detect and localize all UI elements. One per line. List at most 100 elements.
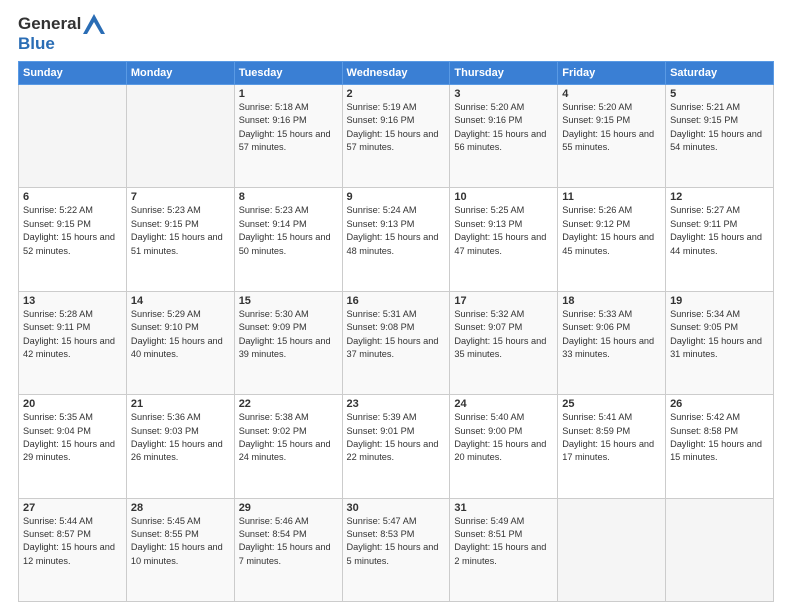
logo: General Blue bbox=[18, 14, 103, 53]
daylight-text: Daylight: 15 hours and 47 minutes. bbox=[454, 231, 553, 258]
day-info: Sunrise: 5:38 AMSunset: 9:02 PMDaylight:… bbox=[239, 411, 338, 464]
calendar-cell: 11Sunrise: 5:26 AMSunset: 9:12 PMDayligh… bbox=[558, 188, 666, 291]
calendar-cell: 7Sunrise: 5:23 AMSunset: 9:15 PMDaylight… bbox=[126, 188, 234, 291]
logo-general: General bbox=[18, 14, 103, 34]
sunset-text: Sunset: 9:16 PM bbox=[454, 114, 553, 127]
calendar-cell: 6Sunrise: 5:22 AMSunset: 9:15 PMDaylight… bbox=[19, 188, 127, 291]
daylight-text: Daylight: 15 hours and 55 minutes. bbox=[562, 128, 661, 155]
weekday-header-friday: Friday bbox=[558, 62, 666, 85]
sunrise-text: Sunrise: 5:26 AM bbox=[562, 204, 661, 217]
day-number: 28 bbox=[131, 502, 230, 514]
sunset-text: Sunset: 9:13 PM bbox=[347, 218, 446, 231]
sunset-text: Sunset: 9:08 PM bbox=[347, 321, 446, 334]
day-info: Sunrise: 5:39 AMSunset: 9:01 PMDaylight:… bbox=[347, 411, 446, 464]
day-number: 7 bbox=[131, 191, 230, 203]
sunrise-text: Sunrise: 5:45 AM bbox=[131, 515, 230, 528]
day-number: 1 bbox=[239, 88, 338, 100]
logo-text: General Blue bbox=[18, 14, 103, 53]
day-number: 2 bbox=[347, 88, 446, 100]
sunrise-text: Sunrise: 5:36 AM bbox=[131, 411, 230, 424]
day-info: Sunrise: 5:23 AMSunset: 9:14 PMDaylight:… bbox=[239, 204, 338, 257]
day-number: 3 bbox=[454, 88, 553, 100]
sunrise-text: Sunrise: 5:24 AM bbox=[347, 204, 446, 217]
day-number: 16 bbox=[347, 295, 446, 307]
calendar-cell: 16Sunrise: 5:31 AMSunset: 9:08 PMDayligh… bbox=[342, 291, 450, 394]
sunset-text: Sunset: 9:04 PM bbox=[23, 425, 122, 438]
day-number: 6 bbox=[23, 191, 122, 203]
weekday-header-wednesday: Wednesday bbox=[342, 62, 450, 85]
calendar-cell: 25Sunrise: 5:41 AMSunset: 8:59 PMDayligh… bbox=[558, 395, 666, 498]
day-info: Sunrise: 5:31 AMSunset: 9:08 PMDaylight:… bbox=[347, 308, 446, 361]
day-info: Sunrise: 5:36 AMSunset: 9:03 PMDaylight:… bbox=[131, 411, 230, 464]
sunrise-text: Sunrise: 5:20 AM bbox=[454, 101, 553, 114]
day-number: 12 bbox=[670, 191, 769, 203]
day-info: Sunrise: 5:25 AMSunset: 9:13 PMDaylight:… bbox=[454, 204, 553, 257]
daylight-text: Daylight: 15 hours and 33 minutes. bbox=[562, 335, 661, 362]
daylight-text: Daylight: 15 hours and 20 minutes. bbox=[454, 438, 553, 465]
calendar-cell: 24Sunrise: 5:40 AMSunset: 9:00 PMDayligh… bbox=[450, 395, 558, 498]
day-info: Sunrise: 5:32 AMSunset: 9:07 PMDaylight:… bbox=[454, 308, 553, 361]
sunset-text: Sunset: 8:59 PM bbox=[562, 425, 661, 438]
day-number: 30 bbox=[347, 502, 446, 514]
daylight-text: Daylight: 15 hours and 44 minutes. bbox=[670, 231, 769, 258]
day-info: Sunrise: 5:49 AMSunset: 8:51 PMDaylight:… bbox=[454, 515, 553, 568]
sunrise-text: Sunrise: 5:19 AM bbox=[347, 101, 446, 114]
daylight-text: Daylight: 15 hours and 54 minutes. bbox=[670, 128, 769, 155]
sunset-text: Sunset: 8:55 PM bbox=[131, 528, 230, 541]
sunrise-text: Sunrise: 5:32 AM bbox=[454, 308, 553, 321]
daylight-text: Daylight: 15 hours and 10 minutes. bbox=[131, 541, 230, 568]
day-info: Sunrise: 5:28 AMSunset: 9:11 PMDaylight:… bbox=[23, 308, 122, 361]
day-info: Sunrise: 5:35 AMSunset: 9:04 PMDaylight:… bbox=[23, 411, 122, 464]
sunrise-text: Sunrise: 5:49 AM bbox=[454, 515, 553, 528]
calendar-cell bbox=[666, 498, 774, 601]
sunrise-text: Sunrise: 5:40 AM bbox=[454, 411, 553, 424]
weekday-header-sunday: Sunday bbox=[19, 62, 127, 85]
sunset-text: Sunset: 9:00 PM bbox=[454, 425, 553, 438]
sunrise-text: Sunrise: 5:25 AM bbox=[454, 204, 553, 217]
calendar-cell: 3Sunrise: 5:20 AMSunset: 9:16 PMDaylight… bbox=[450, 85, 558, 188]
logo-icon bbox=[83, 14, 105, 34]
sunrise-text: Sunrise: 5:33 AM bbox=[562, 308, 661, 321]
sunrise-text: Sunrise: 5:35 AM bbox=[23, 411, 122, 424]
day-number: 24 bbox=[454, 398, 553, 410]
day-number: 11 bbox=[562, 191, 661, 203]
sunrise-text: Sunrise: 5:31 AM bbox=[347, 308, 446, 321]
day-info: Sunrise: 5:23 AMSunset: 9:15 PMDaylight:… bbox=[131, 204, 230, 257]
sunset-text: Sunset: 9:06 PM bbox=[562, 321, 661, 334]
day-number: 26 bbox=[670, 398, 769, 410]
day-number: 31 bbox=[454, 502, 553, 514]
sunset-text: Sunset: 9:05 PM bbox=[670, 321, 769, 334]
day-info: Sunrise: 5:30 AMSunset: 9:09 PMDaylight:… bbox=[239, 308, 338, 361]
day-info: Sunrise: 5:20 AMSunset: 9:15 PMDaylight:… bbox=[562, 101, 661, 154]
calendar-cell bbox=[558, 498, 666, 601]
sunset-text: Sunset: 9:03 PM bbox=[131, 425, 230, 438]
day-number: 10 bbox=[454, 191, 553, 203]
sunset-text: Sunset: 9:13 PM bbox=[454, 218, 553, 231]
sunset-text: Sunset: 9:16 PM bbox=[239, 114, 338, 127]
daylight-text: Daylight: 15 hours and 12 minutes. bbox=[23, 541, 122, 568]
calendar-cell: 20Sunrise: 5:35 AMSunset: 9:04 PMDayligh… bbox=[19, 395, 127, 498]
calendar-cell: 28Sunrise: 5:45 AMSunset: 8:55 PMDayligh… bbox=[126, 498, 234, 601]
day-number: 15 bbox=[239, 295, 338, 307]
sunrise-text: Sunrise: 5:39 AM bbox=[347, 411, 446, 424]
daylight-text: Daylight: 15 hours and 26 minutes. bbox=[131, 438, 230, 465]
daylight-text: Daylight: 15 hours and 45 minutes. bbox=[562, 231, 661, 258]
header: General Blue bbox=[18, 10, 774, 53]
day-number: 8 bbox=[239, 191, 338, 203]
calendar-cell: 4Sunrise: 5:20 AMSunset: 9:15 PMDaylight… bbox=[558, 85, 666, 188]
day-info: Sunrise: 5:40 AMSunset: 9:00 PMDaylight:… bbox=[454, 411, 553, 464]
day-info: Sunrise: 5:46 AMSunset: 8:54 PMDaylight:… bbox=[239, 515, 338, 568]
calendar-cell: 12Sunrise: 5:27 AMSunset: 9:11 PMDayligh… bbox=[666, 188, 774, 291]
day-info: Sunrise: 5:45 AMSunset: 8:55 PMDaylight:… bbox=[131, 515, 230, 568]
sunset-text: Sunset: 9:14 PM bbox=[239, 218, 338, 231]
sunset-text: Sunset: 9:15 PM bbox=[131, 218, 230, 231]
page: General Blue SundayMondayTuesdayWednesda… bbox=[0, 0, 792, 612]
sunset-text: Sunset: 9:15 PM bbox=[562, 114, 661, 127]
calendar-cell: 15Sunrise: 5:30 AMSunset: 9:09 PMDayligh… bbox=[234, 291, 342, 394]
calendar-cell: 8Sunrise: 5:23 AMSunset: 9:14 PMDaylight… bbox=[234, 188, 342, 291]
calendar-cell bbox=[19, 85, 127, 188]
sunset-text: Sunset: 9:11 PM bbox=[23, 321, 122, 334]
day-number: 21 bbox=[131, 398, 230, 410]
sunrise-text: Sunrise: 5:28 AM bbox=[23, 308, 122, 321]
sunset-text: Sunset: 9:11 PM bbox=[670, 218, 769, 231]
